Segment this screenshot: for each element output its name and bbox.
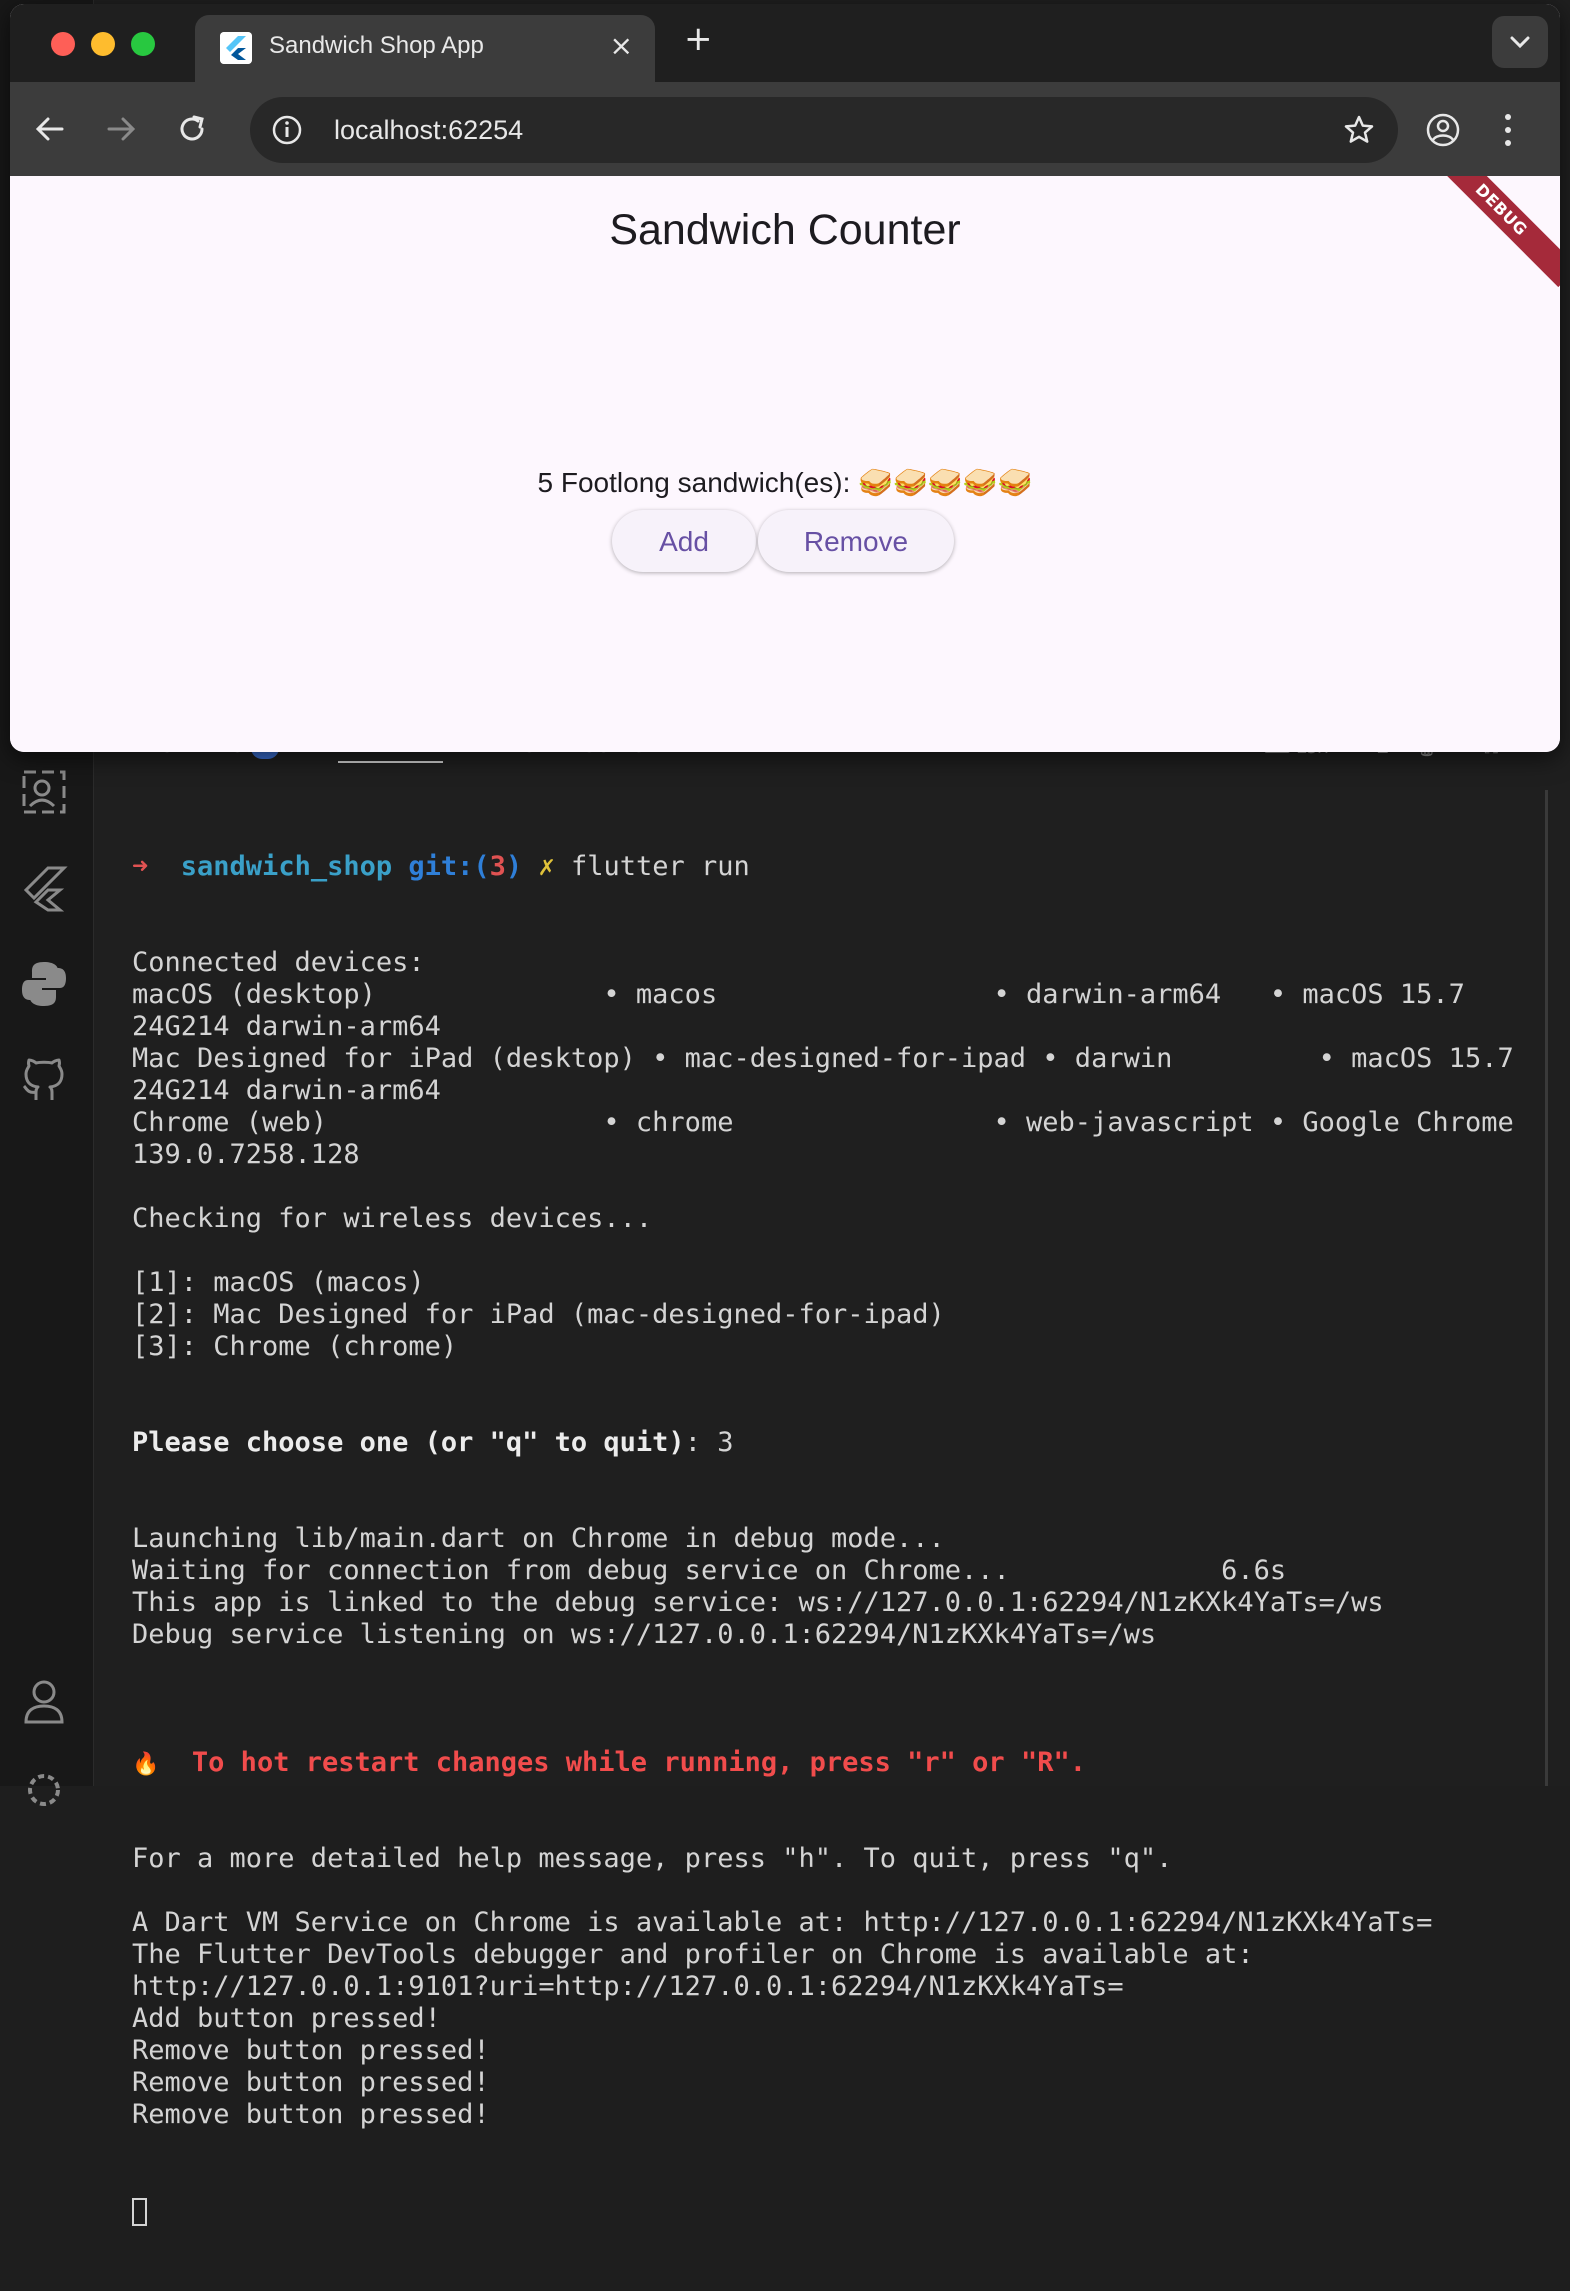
terminal-line: Checking for wireless devices... — [132, 1203, 653, 1234]
terminal-line: Connected devices: — [132, 947, 425, 978]
terminal-line: A Dart VM Service on Chrome is available… — [132, 1907, 1433, 1938]
terminal-line: Remove button pressed! — [132, 2035, 490, 2066]
site-info-icon[interactable] — [270, 113, 304, 147]
forward-arrow-icon[interactable] — [103, 111, 139, 147]
terminal-choose-line: Please choose one (or "q" to quit): 3 — [132, 1427, 734, 1458]
terminal-lines-b: Launching lib/main.dart on Chrome in deb… — [132, 1523, 1552, 1683]
terminal-line: [1]: macOS (macos) — [132, 1267, 425, 1298]
terminal-line: Remove button pressed! — [132, 2067, 490, 2098]
url-text[interactable]: localhost:62254 — [334, 115, 523, 146]
bookmark-star-icon[interactable] — [1342, 113, 1376, 147]
terminal-line: Chrome (web) • chrome • web-javascript •… — [132, 1107, 1514, 1138]
terminal-line: http://127.0.0.1:9101?uri=http://127.0.0… — [132, 1971, 1124, 2002]
terminal-line: Remove button pressed! — [132, 2099, 490, 2130]
gear-icon[interactable] — [18, 1764, 70, 1816]
terminal-prompt-line: ➜ sandwich_shop git:(3) ✗ flutter run — [132, 851, 750, 882]
terminal-line: 139.0.7258.128 — [132, 1139, 360, 1170]
search-person-icon[interactable] — [18, 766, 70, 818]
terminal-line: Add button pressed! — [132, 2003, 441, 2034]
browser-toolbar: localhost:62254 — [10, 82, 1560, 176]
terminal-lines-c: For a more detailed help message, press … — [132, 1843, 1552, 2131]
terminal-cursor-line — [132, 2195, 1552, 2227]
terminal-line: 24G214 darwin-arm64 — [132, 1011, 441, 1042]
terminal-output[interactable]: ➜ sandwich_shop git:(3) ✗ flutter run Co… — [132, 787, 1552, 2291]
profile-icon[interactable] — [1424, 111, 1462, 149]
minimize-window-button[interactable] — [91, 32, 115, 56]
terminal-line: Mac Designed for iPad (desktop) • mac-de… — [132, 1043, 1514, 1074]
account-icon[interactable] — [18, 1676, 70, 1728]
add-button[interactable]: Add — [612, 510, 756, 572]
chrome-window: Sandwich Shop App × + localhost:62254 Sa… — [10, 4, 1560, 752]
terminal-line: [3]: Chrome (chrome) — [132, 1331, 458, 1362]
close-window-button[interactable] — [51, 32, 75, 56]
flutter-icon[interactable] — [18, 862, 70, 914]
terminal-lines-a: Connected devices: macOS (desktop) • maco… — [132, 947, 1552, 1363]
terminal-cursor — [132, 2197, 147, 2226]
new-tab-button[interactable]: + — [684, 22, 713, 56]
terminal-line: Launching lib/main.dart on Chrome in deb… — [132, 1523, 945, 1554]
github-icon[interactable] — [18, 1054, 70, 1106]
chevron-down-icon — [1510, 36, 1530, 49]
terminal-line: macOS (desktop) • macos • darwin-arm64 •… — [132, 979, 1465, 1010]
terminal-line: For a more detailed help message, press … — [132, 1843, 1173, 1874]
terminal-line: Waiting for connection from debug servic… — [132, 1555, 1287, 1586]
terminal-line: 24G214 darwin-arm64 — [132, 1075, 441, 1106]
python-icon[interactable] — [18, 958, 70, 1010]
browser-tab[interactable]: Sandwich Shop App × — [195, 15, 655, 82]
tab-search-button[interactable] — [1492, 16, 1548, 68]
tab-title: Sandwich Shop App — [269, 32, 484, 59]
tab-close-icon[interactable]: × — [610, 29, 633, 62]
kebab-menu-icon[interactable] — [1500, 111, 1516, 149]
remove-button[interactable]: Remove — [758, 510, 954, 572]
sandwich-counter-text: 5 Footlong sandwich(es): 🥪🥪🥪🥪🥪 — [537, 467, 1033, 498]
terminal-line: The Flutter DevTools debugger and profil… — [132, 1939, 1254, 1970]
zoom-window-button[interactable] — [131, 32, 155, 56]
terminal-line: Debug service listening on ws://127.0.0.… — [132, 1619, 1157, 1650]
fire-icon: 🔥 — [132, 1752, 160, 1777]
tab-strip: Sandwich Shop App × + — [10, 4, 1560, 82]
terminal-hot-restart-line: 🔥 To hot restart changes while running, … — [132, 1747, 1086, 1778]
flutter-favicon-icon — [220, 32, 252, 64]
app-page: Sandwich Counter DEBUG 5 Footlong sandwi… — [10, 176, 1560, 752]
back-arrow-icon[interactable] — [32, 111, 68, 147]
page-title: Sandwich Counter — [609, 206, 961, 254]
terminal-line: [2]: Mac Designed for iPad (mac-designed… — [132, 1299, 945, 1330]
reload-icon[interactable] — [174, 111, 210, 147]
terminal-line: This app is linked to the debug service:… — [132, 1587, 1384, 1618]
address-bar[interactable]: localhost:62254 — [250, 97, 1398, 163]
